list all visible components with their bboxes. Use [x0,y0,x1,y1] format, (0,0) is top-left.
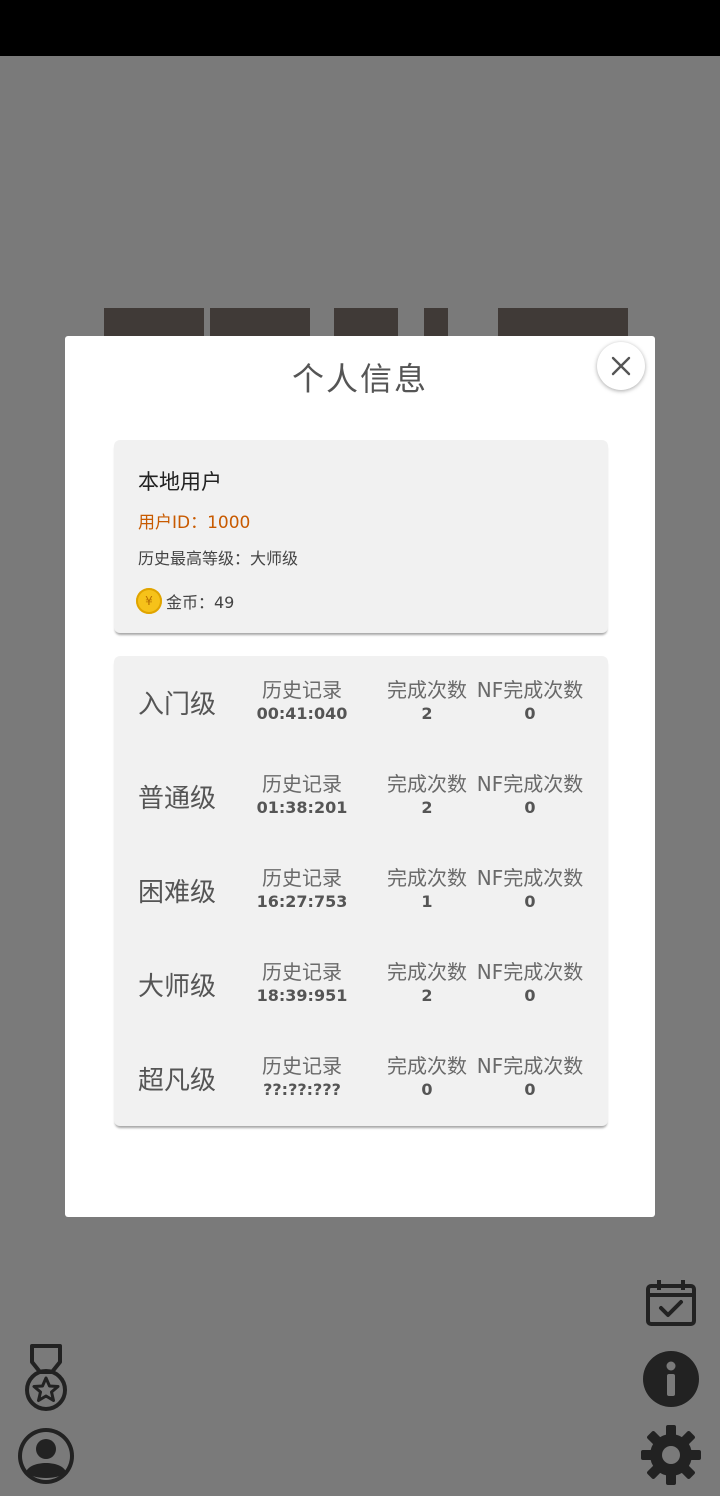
done-value: 2 [421,704,433,723]
settings-icon[interactable] [640,1424,702,1486]
done-label: 完成次数 [387,960,467,984]
nf-label: NF完成次数 [476,866,584,890]
nf-value: 0 [524,986,536,1005]
done-label: 完成次数 [387,866,467,890]
stats-row: 超凡级 历史记录 ??:??:??? 完成次数 0 NF完成次数 0 [114,1032,608,1126]
level-name: 入门级 [138,690,217,720]
done-value: 2 [421,986,433,1005]
user-icon[interactable] [16,1426,76,1486]
profile-card: 本地用户 用户ID：1000 历史最高等级：大师级 ¥ 金币：49 [114,440,608,633]
level-name: 普通级 [138,784,217,814]
nf-label: NF完成次数 [476,960,584,984]
done-label: 完成次数 [387,772,467,796]
best-level: 历史最高等级：大师级 [138,549,299,568]
info-icon[interactable] [642,1350,700,1408]
coin-icon: ¥ [136,588,162,614]
record-label: 历史记录 [262,1054,342,1078]
record-value: 16:27:753 [256,892,348,911]
stats-card: 入门级 历史记录 00:41:040 完成次数 2 NF完成次数 0 普通级 历… [114,656,608,1126]
close-button[interactable] [597,342,645,390]
record-label: 历史记录 [262,960,342,984]
nf-value: 0 [524,704,536,723]
level-name: 超凡级 [138,1066,217,1096]
medal-icon[interactable] [20,1342,72,1416]
nf-value: 0 [524,798,536,817]
coin-row: ¥ 金币：49 [136,588,234,614]
record-label: 历史记录 [262,866,342,890]
close-icon [611,356,631,376]
stats-row: 大师级 历史记录 18:39:951 完成次数 2 NF完成次数 0 [114,938,608,1032]
user-name: 本地用户 [138,470,222,494]
background-title [210,308,310,336]
record-value: 00:41:040 [256,704,348,723]
stats-row: 入门级 历史记录 00:41:040 完成次数 2 NF完成次数 0 [114,656,608,750]
nf-label: NF完成次数 [476,772,584,796]
nf-label: NF完成次数 [476,1054,584,1078]
background-title [424,308,448,336]
background-title [498,308,628,336]
done-value: 2 [421,798,433,817]
stats-row: 普通级 历史记录 01:38:201 完成次数 2 NF完成次数 0 [114,750,608,844]
done-value: 0 [421,1080,433,1099]
background-title [104,308,204,336]
user-id: 用户ID：1000 [138,513,251,533]
level-name: 困难级 [138,878,217,908]
calendar-check-icon[interactable] [644,1278,698,1328]
coin-count: 金币：49 [166,593,235,612]
stats-row: 困难级 历史记录 16:27:753 完成次数 1 NF完成次数 0 [114,844,608,938]
background-title [334,308,398,336]
record-label: 历史记录 [262,772,342,796]
nf-value: 0 [524,892,536,911]
record-value: 01:38:201 [256,798,348,817]
done-value: 1 [421,892,433,911]
done-label: 完成次数 [387,678,467,702]
nf-label: NF完成次数 [476,678,584,702]
record-value: 18:39:951 [256,986,348,1005]
record-value: ??:??:??? [263,1080,341,1099]
done-label: 完成次数 [387,1054,467,1078]
nf-value: 0 [524,1080,536,1099]
status-bar [0,0,720,56]
level-name: 大师级 [138,972,217,1002]
record-label: 历史记录 [262,678,342,702]
